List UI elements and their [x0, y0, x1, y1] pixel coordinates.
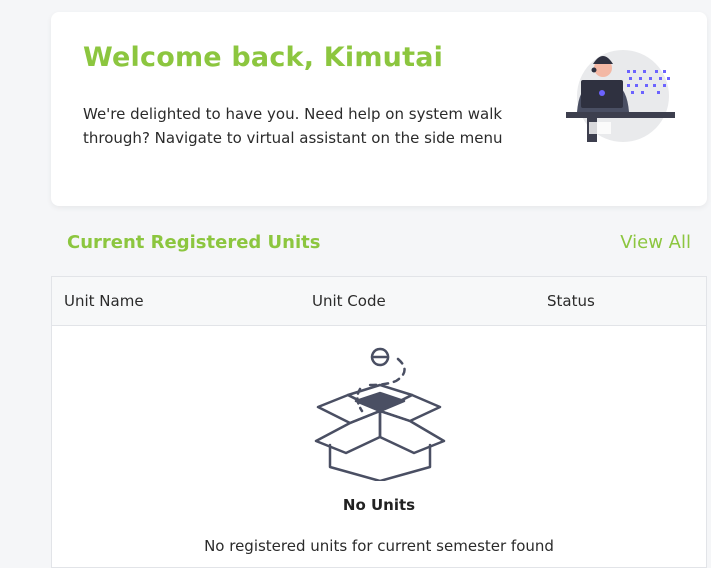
- column-status[interactable]: Status: [547, 292, 595, 310]
- support-agent-illustration: [566, 50, 675, 142]
- column-unit-name[interactable]: Unit Name: [64, 292, 144, 310]
- view-all-link[interactable]: View All: [620, 232, 691, 253]
- empty-box-icon: [314, 347, 446, 481]
- table-header: Unit Name Unit Code Status: [52, 277, 706, 326]
- section-title: Current Registered Units: [67, 232, 321, 253]
- welcome-card: Welcome back, Kimutai We're delighted to…: [51, 12, 707, 206]
- empty-state-message: No registered units for current semester…: [204, 537, 554, 555]
- welcome-title: Welcome back, Kimutai: [83, 42, 444, 73]
- welcome-message: We're delighted to have you. Need help o…: [83, 105, 503, 147]
- empty-state-title: No Units: [342, 496, 416, 514]
- units-table: Unit Name Unit Code Status No Units No r…: [51, 276, 707, 568]
- column-unit-code[interactable]: Unit Code: [312, 292, 386, 310]
